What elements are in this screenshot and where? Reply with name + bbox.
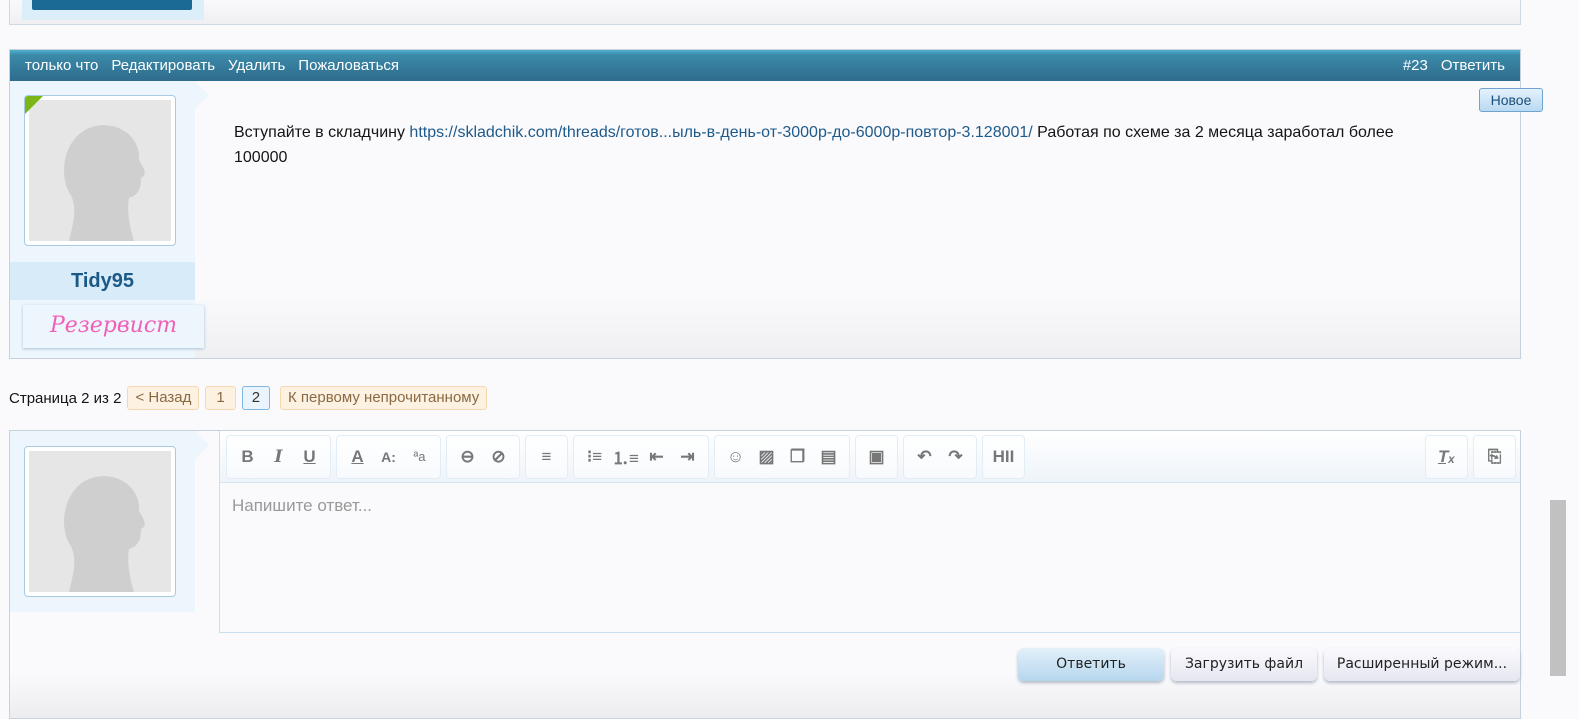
font-family-icon[interactable]: ªa — [404, 440, 435, 474]
post-number[interactable]: #23 — [1403, 57, 1428, 74]
outdent-icon[interactable]: ⇤ — [641, 440, 672, 474]
default-avatar-silhouette-icon — [64, 125, 145, 241]
page-2-button[interactable]: 2 — [241, 386, 271, 410]
previous-post-bottom — [9, 0, 1521, 25]
save-draft-icon[interactable]: ▣ — [861, 440, 892, 474]
post-time[interactable]: только что — [25, 57, 98, 74]
unlink-icon[interactable]: ⊘ — [483, 440, 514, 474]
redo-icon[interactable]: ↷ — [940, 440, 971, 474]
advanced-mode-button[interactable]: Расширенный режим... — [1324, 648, 1520, 681]
underline-icon[interactable]: U — [294, 440, 325, 474]
reply-link[interactable]: Ответить — [1441, 57, 1505, 74]
indent-icon[interactable]: ⇥ — [672, 440, 703, 474]
page-label: Страница 2 из 2 — [9, 389, 122, 407]
reply-user-sidebar — [10, 431, 209, 612]
toggle-source-icon[interactable]: ⎘ — [1479, 440, 1510, 474]
report-link[interactable]: Пожаловаться — [298, 57, 399, 74]
scrollbar-thumb[interactable] — [1550, 500, 1566, 676]
bullet-list-icon[interactable]: ⁝≡ — [579, 440, 610, 474]
reply-editor: BIU A A: ªa ⊖ ⊘ ≡ ⁝≡ ⒈≡ ⇤ ⇥ ☺ ▨ ❐ ▤ ▣ ↶ ↷ HII Tₓ ⎘… — [219, 431, 1520, 633]
undo-icon[interactable]: ↶ — [909, 440, 940, 474]
align-left-icon[interactable]: ≡ — [531, 440, 562, 474]
text-color-icon[interactable]: A — [342, 440, 373, 474]
first-unread-button[interactable]: К первому непрочитанному — [280, 386, 488, 410]
media-icon[interactable]: ❐ — [782, 440, 813, 474]
numbered-list-icon[interactable]: ⒈≡ — [610, 440, 641, 474]
font-size-icon[interactable]: A: — [373, 440, 404, 474]
prev-page-button[interactable]: < Назад — [127, 386, 200, 410]
smilie-icon[interactable]: ☺ — [720, 440, 751, 474]
user-rank-banner: Резервист — [23, 305, 204, 348]
bold-icon[interactable]: B — [232, 440, 263, 474]
username[interactable]: Tidy95 — [10, 262, 195, 300]
new-badge: Новое — [1479, 88, 1543, 112]
post-message: Вступайте в складчину https://skladchik.… — [234, 124, 1394, 166]
default-avatar-silhouette-icon — [64, 476, 145, 592]
link-icon[interactable]: ⊖ — [452, 440, 483, 474]
reply-button[interactable]: Ответить — [1018, 648, 1164, 681]
user-sidebar: Tidy95 Резервист — [10, 81, 209, 358]
quick-reply: BIU A A: ªa ⊖ ⊘ ≡ ⁝≡ ⒈≡ ⇤ ⇥ ☺ ▨ ❐ ▤ ▣ ↶ ↷ HII Tₓ ⎘… — [9, 430, 1521, 719]
quote-icon[interactable]: ▤ — [813, 440, 844, 474]
reply-textarea[interactable]: Напишите ответ... — [232, 496, 372, 516]
upload-file-button[interactable]: Загрузить файл — [1171, 648, 1317, 681]
post-header-bar: только что Редактировать Удалить Пожалов… — [10, 50, 1520, 81]
pagination: Страница 2 из 2 < Назад 1 2 К первому не… — [9, 386, 488, 410]
avatar[interactable] — [24, 95, 176, 246]
hide-button[interactable]: HII — [988, 440, 1019, 474]
post-23: только что Редактировать Удалить Пожалов… — [9, 49, 1521, 359]
delete-link[interactable]: Удалить — [228, 57, 285, 74]
reply-avatar — [24, 446, 176, 597]
editor-toolbar: BIU A A: ªa ⊖ ⊘ ≡ ⁝≡ ⒈≡ ⇤ ⇥ ☺ ▨ ❐ ▤ ▣ ↶ ↷ HII Tₓ ⎘ — [220, 431, 1520, 483]
italic-icon[interactable]: I — [263, 440, 294, 474]
page-1-button[interactable]: 1 — [205, 386, 236, 410]
previous-signature — [22, 0, 204, 20]
image-icon[interactable]: ▨ — [751, 440, 782, 474]
edit-link[interactable]: Редактировать — [111, 57, 215, 74]
online-indicator — [25, 96, 43, 114]
thread-link[interactable]: https://skladchik.com/threads/готов...ыл… — [409, 124, 1032, 141]
remove-format-icon[interactable]: Tₓ — [1431, 440, 1462, 474]
